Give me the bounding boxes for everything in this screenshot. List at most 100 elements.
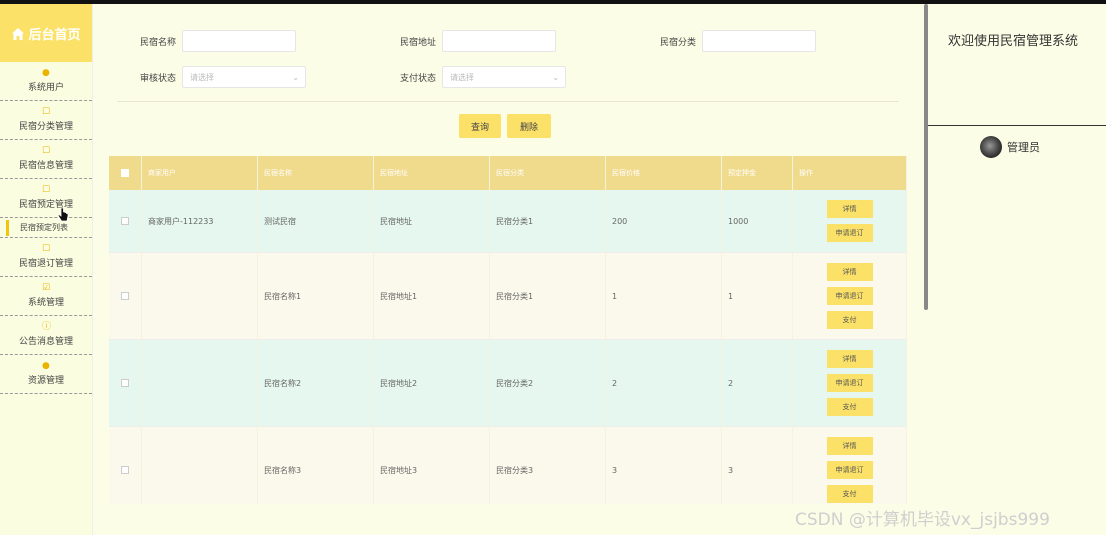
- cancel-booking-button[interactable]: 申请退订: [826, 224, 873, 242]
- chevron-down-icon: ⌄: [292, 72, 300, 82]
- query-button[interactable]: 查询: [459, 114, 501, 138]
- name-label: 民宿名称: [140, 37, 177, 48]
- delete-button[interactable]: 删除: [507, 114, 551, 138]
- pay-label: 支付状态: [400, 73, 437, 84]
- sidebar-item-label: 资源管理: [27, 376, 64, 386]
- table-header: 商家用户 民宿名称 民宿地址 民宿分类 民宿价格 预定押金 操作: [109, 156, 907, 190]
- cell-name: 民宿名称3: [258, 427, 374, 504]
- sidebar-home[interactable]: 后台首页: [0, 4, 92, 62]
- category-filter: 民宿分类: [660, 30, 817, 52]
- name-input[interactable]: [182, 30, 297, 52]
- audit-placeholder: 请选择: [190, 72, 215, 82]
- row-checkbox[interactable]: [121, 379, 129, 387]
- cell-merchant: [142, 427, 258, 504]
- sidebar-item[interactable]: ☐ 民宿退订管理: [0, 238, 92, 277]
- pay-button[interactable]: 支付: [826, 398, 873, 416]
- cancel-booking-button[interactable]: 申请退订: [826, 461, 873, 479]
- sidebar-subitem[interactable]: 民宿预定列表: [0, 218, 92, 238]
- sidebar-item-label: 民宿退订管理: [18, 259, 73, 269]
- table-row: 民宿名称3 民宿地址3 民宿分类3 3 3 详情 申请退订 支付: [109, 427, 907, 504]
- detail-button[interactable]: 详情: [826, 200, 873, 218]
- row-checkbox[interactable]: [121, 466, 129, 474]
- home-icon: [11, 26, 25, 40]
- audit-select[interactable]: 请选择 ⌄: [182, 66, 307, 88]
- sidebar-item-label: 公告消息管理: [18, 337, 73, 347]
- divider: [117, 101, 899, 102]
- cell-address: 民宿地址: [374, 190, 490, 252]
- panel-divider: [928, 125, 1106, 126]
- table-body: 商家用户-112233 测试民宿 民宿地址 民宿分类1 200 1000 详情 申请退订 民宿名…: [109, 190, 907, 504]
- info-icon: ⓘ: [42, 322, 52, 332]
- pay-filter: 支付状态 请选择 ⌄: [400, 66, 567, 88]
- edit-icon: ☐: [42, 146, 51, 156]
- sidebar-item[interactable]: ● 系统用户: [0, 62, 92, 101]
- category-input[interactable]: [702, 30, 817, 52]
- sidebar-title: 后台首页: [28, 27, 81, 43]
- row-select-cell: [109, 253, 142, 339]
- edit-icon: ☐: [42, 185, 51, 195]
- cell-price: 1: [606, 253, 722, 339]
- pay-button[interactable]: 支付: [826, 485, 873, 503]
- cell-category: 民宿分类1: [490, 190, 606, 252]
- table-row: 商家用户-112233 测试民宿 民宿地址 民宿分类1 200 1000 详情 申请退订: [109, 190, 907, 253]
- cell-actions: 详情 申请退订: [793, 190, 907, 252]
- sidebar-item[interactable]: ● 资源管理: [0, 355, 92, 394]
- sidebar-item-label: 民宿信息管理: [18, 161, 73, 171]
- sidebar-item-label: 系统管理: [27, 298, 64, 308]
- sidebar-item[interactable]: ⓘ 公告消息管理: [0, 316, 92, 355]
- sidebar-item[interactable]: ☑ 系统管理: [0, 277, 92, 316]
- hand-cursor-icon: [57, 207, 69, 223]
- header-address: 民宿地址: [374, 156, 490, 190]
- sidebar-menu: ● 系统用户 ☐ 民宿分类管理 ☐ 民宿信息管理 ☐ 民宿预定管理 民宿预定列表 ☐ 民宿退订管理 ☑…: [0, 62, 92, 394]
- cell-deposit: 2: [722, 340, 793, 426]
- cell-deposit: 1: [722, 253, 793, 339]
- edit-icon: ☐: [42, 107, 51, 117]
- welcome-text: 欢迎使用民宿管理系统: [948, 34, 1079, 49]
- detail-button[interactable]: 详情: [826, 350, 873, 368]
- cell-price: 2: [606, 340, 722, 426]
- row-select-cell: [109, 427, 142, 504]
- sidebar-item[interactable]: ☐ 民宿信息管理: [0, 140, 92, 179]
- chevron-down-icon: ⌄: [552, 72, 560, 82]
- detail-button[interactable]: 详情: [826, 437, 873, 455]
- header-deposit: 预定押金: [722, 156, 793, 190]
- sidebar-item-label: 民宿分类管理: [18, 122, 73, 132]
- cancel-booking-button[interactable]: 申请退订: [826, 287, 873, 305]
- pay-button[interactable]: 支付: [826, 311, 873, 329]
- cell-actions: 详情 申请退订 支付: [793, 253, 907, 339]
- pay-select[interactable]: 请选择 ⌄: [442, 66, 567, 88]
- name-filter: 民宿名称: [140, 30, 297, 52]
- cell-price: 200: [606, 190, 722, 252]
- table-row: 民宿名称2 民宿地址2 民宿分类2 2 2 详情 申请退订 支付: [109, 340, 907, 427]
- user-name: 管理员: [1007, 141, 1040, 154]
- location-icon: ●: [42, 361, 50, 371]
- cell-category: 民宿分类2: [490, 340, 606, 426]
- pay-placeholder: 请选择: [450, 72, 475, 82]
- header-price: 民宿价格: [606, 156, 722, 190]
- cell-merchant: [142, 340, 258, 426]
- cell-price: 3: [606, 427, 722, 504]
- cancel-booking-button[interactable]: 申请退订: [826, 374, 873, 392]
- address-label: 民宿地址: [400, 37, 437, 48]
- booking-table: 商家用户 民宿名称 民宿地址 民宿分类 民宿价格 预定押金 操作 商家用户-11…: [109, 156, 907, 504]
- user-info[interactable]: 管理员: [980, 136, 1040, 158]
- sidebar-item[interactable]: ☐ 民宿预定管理: [0, 179, 92, 218]
- header-actions: 操作: [793, 156, 907, 190]
- row-checkbox[interactable]: [121, 217, 129, 225]
- row-checkbox[interactable]: [121, 292, 129, 300]
- category-label: 民宿分类: [660, 37, 697, 48]
- detail-button[interactable]: 详情: [826, 263, 873, 281]
- row-select-cell: [109, 340, 142, 426]
- cell-address: 民宿地址3: [374, 427, 490, 504]
- sidebar: 后台首页 ● 系统用户 ☐ 民宿分类管理 ☐ 民宿信息管理 ☐ 民宿预定管理 民宿预定列表 ☐ 民宿…: [0, 4, 93, 535]
- address-input[interactable]: [442, 30, 557, 52]
- select-all-cell: [109, 156, 142, 190]
- select-all-checkbox[interactable]: [121, 169, 129, 177]
- cell-name: 民宿名称2: [258, 340, 374, 426]
- cell-category: 民宿分类1: [490, 253, 606, 339]
- sidebar-item[interactable]: ☐ 民宿分类管理: [0, 101, 92, 140]
- cell-name: 测试民宿: [258, 190, 374, 252]
- address-filter: 民宿地址: [400, 30, 557, 52]
- edit-icon: ☐: [42, 244, 51, 254]
- cell-name: 民宿名称1: [258, 253, 374, 339]
